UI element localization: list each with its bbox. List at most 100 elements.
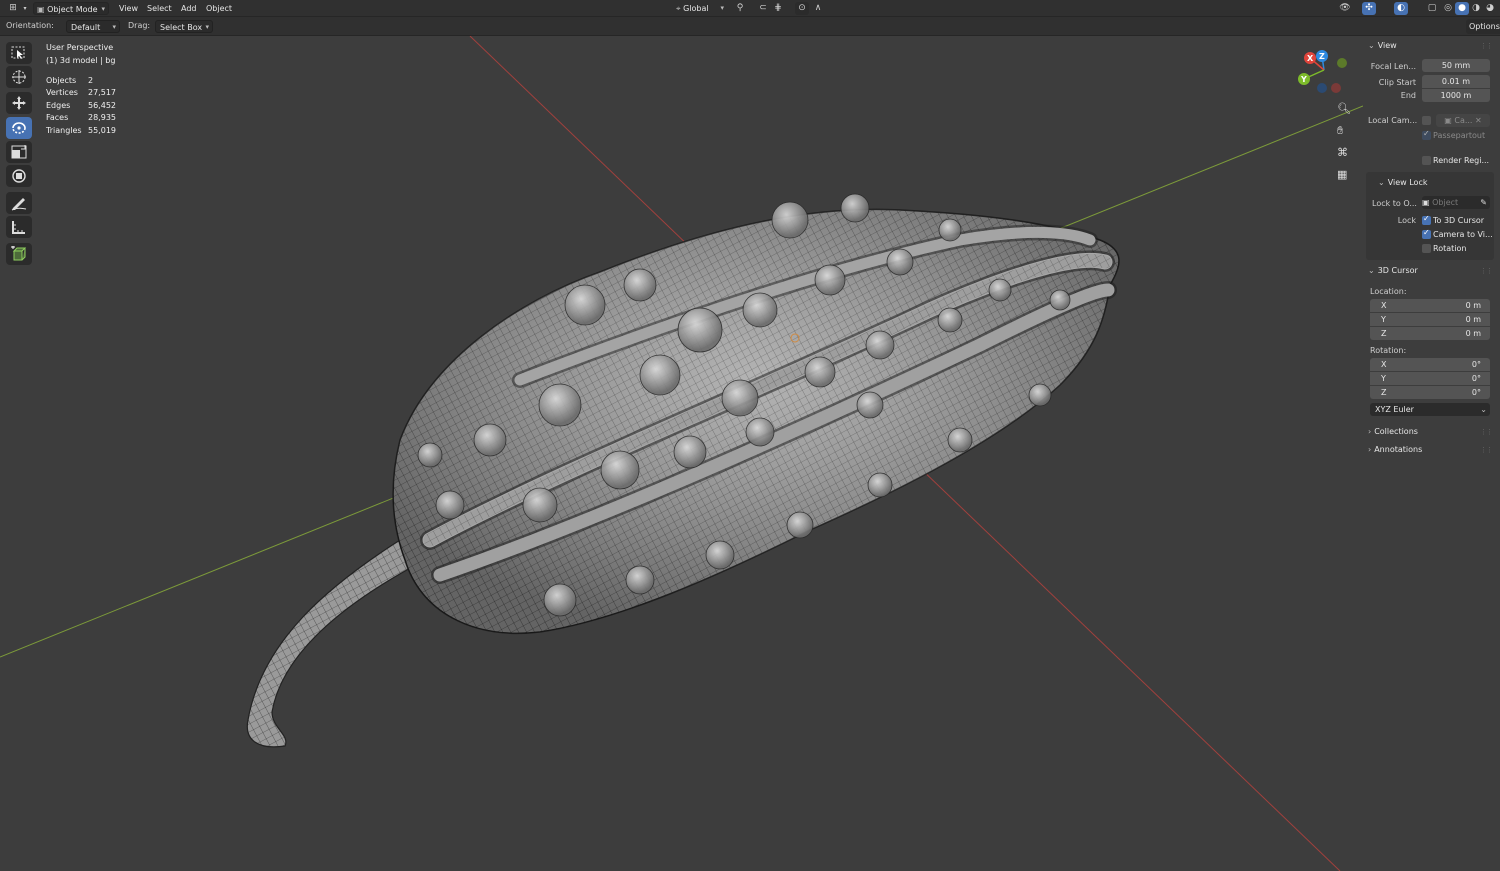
gizmo-neg-x-handle[interactable] — [1331, 83, 1341, 93]
tool-move[interactable] — [6, 92, 32, 114]
gizmo-neg-y-handle[interactable] — [1337, 58, 1347, 68]
zoom-button[interactable]: 🔍︎ — [1332, 100, 1354, 120]
local-camera-checkbox[interactable] — [1422, 116, 1431, 125]
navigation-gizmo[interactable]: Z X Y — [1296, 46, 1356, 96]
cursor-rotation-z[interactable]: Z 0° — [1370, 386, 1490, 399]
tool-select-box[interactable] — [6, 42, 32, 64]
panel-header-3d-cursor[interactable]: ⌄ 3D Cursor — [1368, 266, 1418, 275]
snap-settings-icon[interactable]: ⋕ — [771, 2, 785, 15]
tool-rotate[interactable] — [6, 117, 32, 139]
clip-start-field[interactable]: 0.01 m — [1422, 75, 1490, 88]
chevron-down-icon[interactable]: ▾ — [18, 2, 32, 15]
panel-header-annotations[interactable]: › Annotations — [1368, 445, 1422, 454]
cursor-location-z[interactable]: Z 0 m — [1370, 327, 1490, 340]
clip-end-field[interactable]: 1000 m — [1422, 89, 1490, 102]
tool-add-cube[interactable] — [6, 243, 32, 265]
visibility-icon[interactable]: 👁 — [1338, 2, 1352, 15]
overlay-icon[interactable]: ◐ — [1394, 2, 1408, 15]
orientation-icon: ⌖ — [676, 4, 684, 13]
gizmo-neg-z-handle[interactable] — [1317, 83, 1327, 93]
drag-grip-icon[interactable]: ⋮⋮ — [1480, 446, 1493, 454]
drag-label: Drag: — [128, 21, 151, 30]
tool-cursor[interactable] — [6, 66, 32, 88]
cacao-pod-model[interactable] — [392, 193, 1120, 634]
stat-label: Faces — [46, 113, 69, 122]
viewport-canvas[interactable] — [0, 36, 1363, 871]
gizmo-y-label: Y — [1300, 75, 1307, 84]
drag-value: Select Box — [160, 23, 203, 32]
menu-object[interactable]: Object — [203, 2, 235, 15]
chevron-down-icon: ▾ — [205, 23, 209, 31]
clear-icon[interactable]: ✕ — [1472, 116, 1482, 125]
proportional-icon[interactable]: ⊙ — [795, 2, 809, 15]
orientation-dropdown[interactable]: Default ▾ — [66, 20, 120, 33]
camera-to-view-checkbox[interactable] — [1422, 228, 1431, 239]
panel-header-collections[interactable]: › Collections — [1368, 427, 1418, 436]
mode-icon: ▣ — [37, 5, 48, 14]
chevron-down-icon: ⌄ — [1378, 178, 1385, 187]
orientation-value: Default — [71, 23, 101, 32]
menu-view[interactable]: View — [116, 2, 141, 15]
local-camera-value: Ca... — [1454, 116, 1473, 125]
ortho-grid-icon: ▦ — [1337, 168, 1348, 181]
xray-icon[interactable]: ▢ — [1425, 2, 1439, 15]
panel-title-view-lock: View Lock — [1387, 178, 1428, 187]
shading-solid-icon[interactable]: ● — [1455, 2, 1469, 15]
drag-dropdown[interactable]: Select Box ▾ — [155, 20, 213, 33]
mode-selector[interactable]: ▣ Object Mode ▾ — [33, 2, 109, 15]
drag-grip-icon[interactable]: ⋮⋮ — [1480, 42, 1493, 50]
panel-header-view[interactable]: ⌄ View — [1368, 41, 1397, 50]
panel-header-view-lock[interactable]: ⌄ View Lock — [1378, 178, 1427, 187]
local-camera-field[interactable]: ▣ Ca... ✕ — [1436, 114, 1490, 127]
stat-value: 55,019 — [88, 126, 116, 135]
tool-measure[interactable] — [6, 216, 32, 238]
snap-icon[interactable]: ⊂ — [756, 2, 770, 15]
menu-select[interactable]: Select — [144, 2, 175, 15]
drag-grip-icon[interactable]: ⋮⋮ — [1480, 428, 1493, 436]
axis-label: X — [1381, 301, 1387, 310]
stat-label: Vertices — [46, 88, 78, 97]
pan-button[interactable]: ✋︎ — [1332, 122, 1354, 142]
lock-to-object-field[interactable]: ▣ Object ✎ — [1422, 196, 1490, 209]
viewport-header: ⊞ ▾ ▣ Object Mode ▾ View Select Add Obje… — [0, 0, 1500, 17]
cursor-location-x[interactable]: X 0 m — [1370, 299, 1490, 312]
axis-label: X — [1381, 360, 1387, 369]
eyedropper-icon[interactable]: ✎ — [1480, 196, 1487, 209]
menu-add[interactable]: Add — [178, 2, 200, 15]
passepartout-checkbox[interactable] — [1422, 129, 1431, 140]
drag-grip-icon[interactable]: ⋮⋮ — [1480, 267, 1493, 275]
stat-label: Triangles — [46, 126, 82, 135]
options-button[interactable]: Options — [1466, 19, 1500, 34]
gizmo-z-label: Z — [1319, 52, 1325, 61]
camera-view-button[interactable]: ⌘ — [1332, 144, 1354, 164]
panel-title-annotations: Annotations — [1374, 445, 1423, 454]
tool-scale[interactable] — [6, 141, 32, 163]
tool-annotate[interactable] — [6, 192, 32, 214]
render-region-checkbox[interactable] — [1422, 156, 1431, 165]
ortho-toggle-button[interactable]: ▦ — [1332, 166, 1354, 186]
pivot-icon[interactable]: ⚲ — [733, 2, 747, 15]
focal-length-field[interactable]: 50 mm — [1422, 59, 1490, 72]
cursor-location-y[interactable]: Y 0 m — [1370, 313, 1490, 326]
lock-to-object-placeholder: Object — [1432, 198, 1459, 207]
axis-label: Z — [1381, 388, 1387, 397]
chevron-down-icon: ⌄ — [1368, 266, 1375, 275]
stat-label: Edges — [46, 101, 71, 110]
shading-wireframe-icon[interactable]: ◎ — [1441, 2, 1455, 15]
cursor-rotation-x[interactable]: X 0° — [1370, 358, 1490, 371]
to-3d-cursor-checkbox[interactable] — [1422, 214, 1431, 225]
shading-rendered-icon[interactable]: ◕ — [1483, 2, 1497, 15]
rotation-mode-dropdown[interactable]: XYZ Euler ⌄ — [1370, 403, 1490, 416]
tool-transform[interactable] — [6, 165, 32, 187]
to-3d-cursor-label: To 3D Cursor — [1433, 216, 1485, 225]
shading-material-icon[interactable]: ◑ — [1469, 2, 1483, 15]
chevron-down-icon: ▾ — [101, 5, 105, 13]
chevron-down-icon: ▾ — [720, 4, 724, 12]
transform-orientation-dropdown[interactable]: ⌖ Global ▾ — [673, 2, 727, 15]
rotation-lock-checkbox[interactable] — [1422, 244, 1431, 253]
falloff-icon[interactable]: ∧ — [811, 2, 825, 15]
gizmo-icon[interactable]: ✣ — [1362, 2, 1376, 15]
passepartout-label: Passepartout — [1433, 131, 1486, 140]
panel-title-collections: Collections — [1374, 427, 1418, 436]
cursor-rotation-y[interactable]: Y 0° — [1370, 372, 1490, 385]
